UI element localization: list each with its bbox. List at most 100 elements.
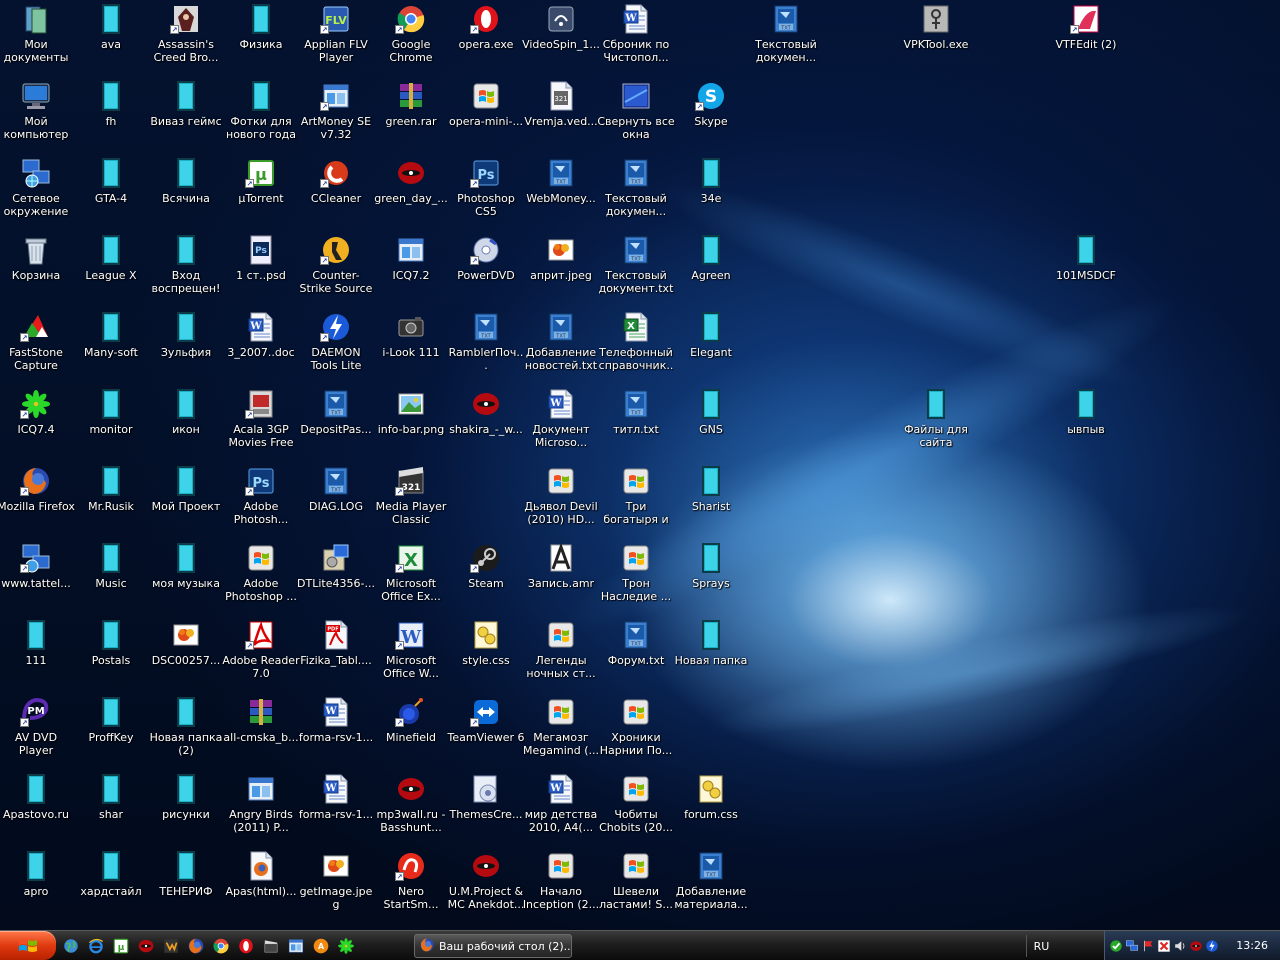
desktop-icon[interactable]: Хроники Нарнии По... — [599, 694, 673, 768]
desktop-icon[interactable]: Новая папка (2) — [149, 694, 223, 768]
desktop-icon[interactable]: Wмир детства 2010, A4(... — [524, 771, 598, 845]
desktop-icon[interactable]: TXT DIAG.LOG — [299, 463, 373, 537]
red-disc-icon[interactable] — [135, 935, 157, 957]
desktop-icon[interactable]: Ps ↗ Adobe Photosh... — [224, 463, 298, 537]
desktop-icon[interactable]: Новая папка — [674, 617, 748, 691]
desktop-icon[interactable]: ТЕНЕРИФ — [149, 848, 223, 922]
desktop-icon[interactable]: µ ↗ µTorrent — [224, 155, 298, 229]
desktop-icon[interactable]: Angry Birds (2011) P... — [224, 771, 298, 845]
desktop-icon[interactable]: ThemesCre... — [449, 771, 523, 845]
desktop-icon[interactable]: ↗ ICQ7.4 — [0, 386, 73, 460]
desktop-icon[interactable]: Три богатыря и Шамахан... — [599, 463, 673, 537]
desktop-icon[interactable]: Sprays — [674, 540, 748, 614]
desktop-icon[interactable]: икон — [149, 386, 223, 460]
desktop-icon[interactable]: TXT Добавление новостей.txt — [524, 309, 598, 383]
speaker-icon[interactable] — [1173, 939, 1187, 953]
desktop-icon[interactable]: X ↗ Microsoft Office Ex... — [374, 540, 448, 614]
desktop-icon[interactable]: ↗ Assassin's Creed Bro... — [149, 1, 223, 75]
green-check-icon[interactable] — [1109, 939, 1123, 953]
desktop-icon[interactable]: i-Look 111 — [374, 309, 448, 383]
desktop-icon[interactable]: Файлы для сайта — [899, 386, 973, 460]
desktop-icon[interactable]: ↗ PowerDVD — [449, 232, 523, 306]
clock[interactable]: 13:26 — [1236, 939, 1268, 952]
desktop-icon[interactable]: Sharist — [674, 463, 748, 537]
desktop-icon[interactable]: ывпыв — [1049, 386, 1123, 460]
desktop-icon[interactable]: PDF Fizika_Tabl.... — [299, 617, 373, 691]
desktop-icon[interactable]: Mr.Rusik — [74, 463, 148, 537]
desktop-icon[interactable]: моя музыка — [149, 540, 223, 614]
desktop-icon[interactable]: TXT Текстовый докумен... — [749, 1, 823, 75]
flag-icon[interactable] — [1141, 939, 1155, 953]
daemon-tools-icon[interactable] — [1205, 939, 1219, 953]
globe-icon[interactable] — [60, 935, 82, 957]
desktop-icon[interactable]: getImage.jpeg — [299, 848, 373, 922]
desktop-icon[interactable]: shar — [74, 771, 148, 845]
desktop-icon[interactable]: ↗ www.tattel... — [0, 540, 73, 614]
desktop-icon[interactable]: VPKTool.exe — [899, 1, 973, 75]
taskbar-window-button[interactable]: Ваш рабочий стол (2)... — [414, 934, 572, 958]
avast-icon[interactable]: A — [310, 935, 332, 957]
desktop-icon[interactable]: ↗ ArtMoney SE v7.32 — [299, 78, 373, 152]
desktop-icon[interactable]: TXT Текстовый документ.txt — [599, 232, 673, 306]
desktop-icon[interactable]: Adobe Photoshop ... — [224, 540, 298, 614]
desktop-icon[interactable]: opera-mini-... — [449, 78, 523, 152]
desktop-icon[interactable]: apro — [0, 848, 73, 922]
network-monitors-icon[interactable] — [1125, 939, 1139, 953]
desktop-icon[interactable]: ↗ Steam — [449, 540, 523, 614]
desktop-icon[interactable]: X Телефонный справочник... — [599, 309, 673, 383]
desktop-icon[interactable]: DTLite4356-... — [297, 540, 375, 614]
desktop-icon[interactable]: ↗ Mozilla Firefox — [0, 463, 75, 537]
desktop-icon[interactable]: ProffKey — [74, 694, 148, 768]
desktop-icon[interactable]: DSC00257... — [149, 617, 223, 691]
desktop-background[interactable]: Мои документы ava ↗ Assassin's Creed Bro...… — [0, 0, 1280, 930]
desktop-icon[interactable]: 111 — [0, 617, 73, 691]
desktop-icon[interactable]: PM↗ AV DVD Player Morpher — [0, 694, 73, 768]
desktop-icon[interactable]: W ↗ Microsoft Office W... — [374, 617, 448, 691]
desktop-icon[interactable]: ICQ7.2 — [374, 232, 448, 306]
desktop-icon[interactable]: Мегамозг Megamind (... — [523, 694, 599, 768]
desktop-icon[interactable]: Чобиты Chobits (20... — [599, 771, 673, 845]
desktop-icon[interactable]: 321 ↗ Media Player Classic — [374, 463, 448, 537]
desktop-icon[interactable]: TXT RamblerПоч... — [449, 309, 523, 383]
desktop-icon[interactable]: Wforma-rsv-1... — [299, 771, 373, 845]
desktop-icon[interactable]: monitor — [74, 386, 148, 460]
utorrent-icon[interactable]: µ — [110, 935, 132, 957]
desktop-icon[interactable]: ↗ CCleaner — [299, 155, 373, 229]
desktop-icon[interactable]: Apas(html)... — [224, 848, 298, 922]
desktop-icon[interactable]: Запись.amr — [524, 540, 598, 614]
desktop-icon[interactable]: TXT Добавление материала... — [674, 848, 748, 922]
desktop-icon[interactable]: 321 Vremja.ved... — [524, 78, 598, 152]
desktop-icon[interactable]: ↗ Adobe Reader 7.0 — [222, 617, 300, 691]
ie-icon[interactable] — [85, 935, 107, 957]
desktop-icon[interactable]: info-bar.png — [374, 386, 448, 460]
desktop-icon[interactable]: style.css — [449, 617, 523, 691]
desktop-icon[interactable]: W Сброник по Чистопол... — [599, 1, 673, 75]
desktop-icon[interactable]: Apastovo.ru — [0, 771, 73, 845]
desktop-icon[interactable]: Всячина — [149, 155, 223, 229]
winamp-icon[interactable] — [160, 935, 182, 957]
desktop-icon[interactable]: Ps 1 ст..psd — [224, 232, 298, 306]
desktop-icon[interactable]: green.rar — [374, 78, 448, 152]
desktop-icon[interactable]: Свернуть все окна — [597, 78, 675, 152]
firefox-icon[interactable] — [185, 935, 207, 957]
desktop-icon[interactable]: Шевели ластами! S... — [599, 848, 673, 922]
desktop-icon[interactable]: Мой компьютер — [0, 78, 73, 152]
desktop-icon[interactable]: ↗ Nero StartSm... — [374, 848, 448, 922]
desktop-icon[interactable]: GTA-4 — [74, 155, 148, 229]
language-indicator[interactable]: RU — [1026, 935, 1056, 957]
desktop-icon[interactable]: TXT DepositPas... — [299, 386, 373, 460]
desktop-icon[interactable]: U.M.Project & MC Anekdot... — [448, 848, 524, 922]
start-button[interactable] — [0, 931, 56, 960]
desktop-icon[interactable]: ↗ Google Chrome — [374, 1, 448, 75]
desktop-icon[interactable]: 34е — [674, 155, 748, 229]
desktop-icon[interactable]: all-cmska_b... — [223, 694, 299, 768]
desktop-icon[interactable]: Зульфия — [149, 309, 223, 383]
desktop-icon[interactable]: TXT Текстовый докумен... — [599, 155, 673, 229]
desktop-icon[interactable]: Wforma-rsv-1... — [299, 694, 373, 768]
desktop-icon[interactable]: Мои документы — [0, 1, 73, 75]
desktop-icon[interactable]: Физика — [224, 1, 298, 75]
desktop-icon[interactable]: W Документ Microso... — [524, 386, 598, 460]
desktop-icon[interactable]: League X — [74, 232, 148, 306]
desktop-icon[interactable]: Elegant — [674, 309, 748, 383]
desktop-icon[interactable]: Ps ↗ Photoshop CS5 — [449, 155, 523, 229]
